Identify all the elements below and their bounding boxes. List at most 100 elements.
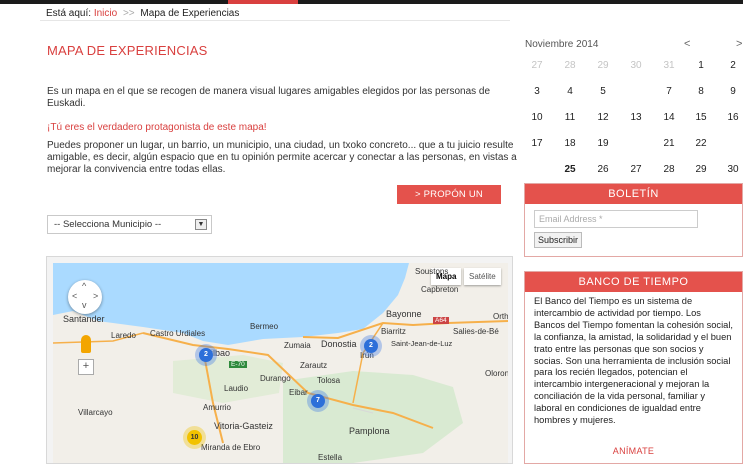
map-label-orthez: Orthez <box>493 312 508 321</box>
map-label-estella: Estella <box>318 453 343 462</box>
map-label-laudio: Laudio <box>224 384 249 393</box>
calendar-day[interactable]: 4 <box>557 83 583 101</box>
municipio-select[interactable]: -- Selecciona Municipio -- ▼ <box>47 215 212 234</box>
calendar-day[interactable]: 11 <box>557 109 583 127</box>
calendar-day[interactable]: 2 <box>720 57 743 75</box>
calendar-day[interactable]: 30 <box>623 57 649 75</box>
map-road-a64: A64 <box>433 317 449 324</box>
calendar-day[interactable]: 26 <box>590 161 616 179</box>
map-label-laredo: Laredo <box>111 331 136 340</box>
calendar-day[interactable]: 28 <box>557 57 583 75</box>
calendar-day[interactable]: 24 <box>524 159 550 181</box>
calendar-day[interactable]: 27 <box>524 57 550 75</box>
calendar-day[interactable]: 18 <box>557 135 583 153</box>
map-label-castro-urdiales: Castro Urdiales <box>150 329 206 338</box>
calendar-day[interactable]: 23 <box>720 133 743 155</box>
calendar-day[interactable]: 3 <box>524 83 550 101</box>
calendar-day[interactable]: 17 <box>524 135 550 153</box>
chevron-down-icon: ▼ <box>195 219 207 230</box>
time-bank-title: BANCO DE TIEMPO <box>525 272 742 292</box>
time-bank-box: BANCO DE TIEMPO El Banco del Tiempo es u… <box>524 271 743 464</box>
map-label-vitoria-gasteiz: Vitoria-Gasteiz <box>214 421 273 431</box>
map-label-miranda-de-ebro: Miranda de Ebro <box>201 443 261 452</box>
pan-right-icon[interactable]: > <box>93 291 98 301</box>
calendar-day[interactable]: 19 <box>590 135 616 153</box>
calendar-day[interactable]: 29 <box>590 57 616 75</box>
calendar-day[interactable]: 13 <box>623 109 649 127</box>
calendar-day[interactable]: 7 <box>656 83 682 101</box>
map-label-bermeo: Bermeo <box>250 322 279 331</box>
calendar-month: Noviembre 2014 <box>525 39 599 50</box>
pan-up-icon[interactable]: ^ <box>82 281 86 291</box>
top-bar-accent <box>228 0 298 4</box>
calendar-day[interactable]: 12 <box>590 109 616 127</box>
map-label-durango: Durango <box>260 374 291 383</box>
pegman-icon[interactable] <box>81 335 91 353</box>
highlight-text: ¡Tú eres el verdadero protagonista de es… <box>47 122 267 133</box>
subscribe-button[interactable]: Subscribir <box>534 232 583 248</box>
calendar-day[interactable]: 16 <box>720 109 743 127</box>
map-label-villarcayo: Villarcayo <box>78 408 113 417</box>
calendar-next-button[interactable]: > <box>736 38 742 50</box>
calendar-day[interactable]: 5 <box>590 83 616 101</box>
body-text: Puedes proponer un lugar, un barrio, un … <box>47 140 517 175</box>
map-container: Mapa Satélite ^ < > v + Santander Castro… <box>46 256 513 464</box>
calendar-day[interactable]: 20 <box>623 133 649 155</box>
calendar-day[interactable]: 31 <box>656 57 682 75</box>
calendar-day[interactable]: 6 <box>623 81 649 103</box>
calendar-day[interactable]: 14 <box>656 109 682 127</box>
map-label-tolosa: Tolosa <box>317 376 341 385</box>
zoom-in-button[interactable]: + <box>78 359 94 375</box>
map-cluster-marker[interactable]: 2 <box>199 348 213 362</box>
map-label-amurrio: Amurrio <box>203 403 232 412</box>
map-label-zarautz: Zarautz <box>300 361 328 370</box>
calendar-day[interactable]: 27 <box>623 161 649 179</box>
email-field[interactable]: Email Address * <box>534 210 698 228</box>
map-label-donostia: Donostia <box>321 339 357 349</box>
map-type-satellite-button[interactable]: Satélite <box>464 268 501 285</box>
pan-control[interactable]: ^ < > v <box>68 280 102 314</box>
time-bank-text: El Banco del Tiempo es un sistema de int… <box>534 296 733 426</box>
pan-down-icon[interactable]: v <box>82 300 87 310</box>
map-view[interactable]: Mapa Satélite ^ < > v + Santander Castro… <box>53 263 508 463</box>
top-bar <box>0 0 743 4</box>
breadcrumb-separator: >> <box>122 8 135 19</box>
breadcrumb-divider <box>40 20 510 21</box>
calendar-day[interactable]: 9 <box>720 83 743 101</box>
newsletter-title: BOLETÍN <box>525 184 742 204</box>
propose-place-button[interactable]: > PROPÓN UN LUGAR <box>397 185 501 219</box>
breadcrumb-current: Mapa de Experiencias <box>140 8 240 19</box>
calendar-day[interactable]: 8 <box>688 83 714 101</box>
map-label-salies: Salies-de-Bé <box>453 327 499 336</box>
calendar-prev-button[interactable]: < <box>684 38 690 50</box>
map-label-soustons: Soustons <box>415 267 449 276</box>
calendar-day[interactable]: 10 <box>524 109 550 127</box>
calendar-day[interactable]: 29 <box>688 161 714 179</box>
calendar-day[interactable]: 1 <box>688 57 714 75</box>
map-road-e70: E-70 <box>229 361 247 368</box>
map-cluster-marker[interactable]: 10 <box>187 430 202 445</box>
map-label-capbreton: Capbreton <box>421 285 459 294</box>
newsletter-box: BOLETÍN Email Address * Subscribir <box>524 183 743 257</box>
map-label-bayonne: Bayonne <box>386 309 422 319</box>
map-label-pamplona: Pamplona <box>349 426 390 436</box>
map-label-oloron: Oloron <box>485 369 508 378</box>
map-label-saint-jean-de-luz: Saint-Jean-de-Luz <box>391 339 453 348</box>
breadcrumb-home-link[interactable]: Inicio <box>94 8 117 19</box>
calendar-day[interactable]: 25 <box>557 161 583 179</box>
calendar-day[interactable]: 15 <box>688 109 714 127</box>
calendar-day[interactable]: 22 <box>688 135 714 153</box>
municipio-select-value: -- Selecciona Municipio -- <box>54 219 162 230</box>
map-label-santander: Santander <box>63 314 105 324</box>
calendar-day[interactable]: 30 <box>720 161 743 179</box>
calendar-day[interactable]: 28 <box>656 161 682 179</box>
map-label-eibar: Eibar <box>289 388 308 397</box>
map-label-zumaia: Zumaia <box>284 341 311 350</box>
breadcrumb-prefix: Está aquí: <box>46 8 92 19</box>
breadcrumb: Está aquí: Inicio >> Mapa de Experiencia… <box>46 8 239 19</box>
pan-left-icon[interactable]: < <box>72 291 77 301</box>
map-cluster-marker[interactable]: 7 <box>311 394 325 408</box>
time-bank-cta-link[interactable]: ANÍMATE <box>525 446 742 456</box>
calendar-day[interactable]: 21 <box>656 135 682 153</box>
map-cluster-marker[interactable]: 2 <box>364 339 378 353</box>
